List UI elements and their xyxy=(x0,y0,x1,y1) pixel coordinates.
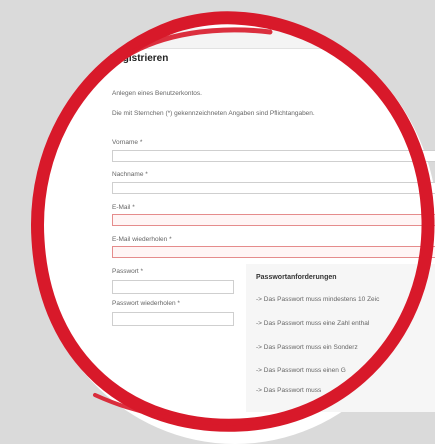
password-repeat-input[interactable] xyxy=(112,312,234,326)
requirements-title: Passwortanforderungen xyxy=(256,274,337,281)
title-bar xyxy=(32,28,392,49)
page-title: Registrieren xyxy=(110,53,169,64)
requirement-item: -> Das Passwort muss ein Sonderz xyxy=(256,344,358,351)
requirement-item: -> Das Passwort muss mindestens 10 Zeic xyxy=(256,296,380,303)
email-input[interactable] xyxy=(112,214,435,226)
password-repeat-label: Passwort wiederholen * xyxy=(112,300,180,307)
requirement-item: -> Das Passwort muss einen G xyxy=(256,367,346,374)
required-note: Die mit Sternchen (*) gekennzeichneten A… xyxy=(112,110,315,117)
vorname-input[interactable] xyxy=(112,150,435,162)
requirement-item: -> Das Passwort muss xyxy=(256,387,322,394)
intro-text: Anlegen eines Benutzerkontos. xyxy=(112,90,202,97)
password-label: Passwort * xyxy=(112,268,144,275)
nachname-label: Nachname * xyxy=(112,171,148,178)
requirement-item: -> Das Passwort muss eine Zahl enthal xyxy=(256,320,370,327)
email-label: E-Mail * xyxy=(112,204,135,211)
password-input[interactable] xyxy=(112,280,234,294)
email-repeat-input[interactable] xyxy=(112,246,435,258)
email-repeat-label: E-Mail wiederholen * xyxy=(112,236,172,243)
nachname-input[interactable] xyxy=(112,182,435,194)
vorname-label: Vorname * xyxy=(112,139,143,146)
